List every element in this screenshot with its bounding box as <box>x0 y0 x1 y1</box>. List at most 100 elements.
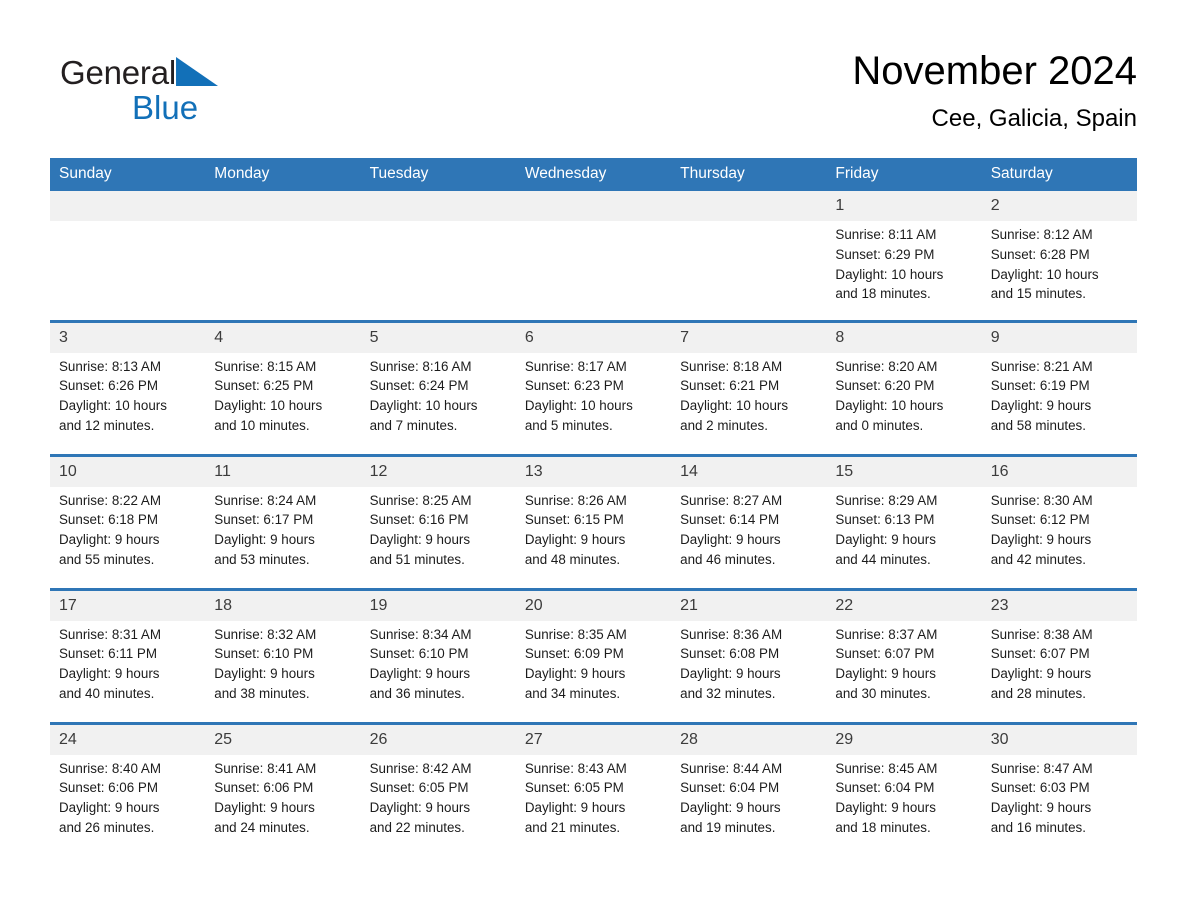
day-cell[interactable]: 23 Sunrise: 8:38 AM Sunset: 6:07 PM Dayl… <box>981 587 1137 723</box>
sunrise-line: Sunrise: 8:43 AM <box>524 760 627 776</box>
daylight-line-1: Daylight: 9 hours <box>59 666 160 682</box>
day-details: Sunrise: 8:16 AM Sunset: 6:24 PM Dayligh… <box>361 353 516 436</box>
day-number: 29 <box>826 724 982 755</box>
day-cell[interactable]: 9 Sunrise: 8:21 AM Sunset: 6:19 PM Dayli… <box>981 319 1137 455</box>
logo-text-general: General <box>60 54 177 91</box>
day-cell[interactable]: 26 Sunrise: 8:42 AM Sunset: 6:05 PM Dayl… <box>360 721 516 841</box>
day-cell[interactable]: 28 Sunrise: 8:44 AM Sunset: 6:04 PM Dayl… <box>671 721 827 841</box>
day-cell[interactable]: 15 Sunrise: 8:29 AM Sunset: 6:13 PM Dayl… <box>826 453 982 589</box>
day-cell[interactable]: 14 Sunrise: 8:27 AM Sunset: 6:14 PM Dayl… <box>671 453 827 589</box>
day-cell[interactable]: 16 Sunrise: 8:30 AM Sunset: 6:12 PM Dayl… <box>981 453 1137 589</box>
day-cell[interactable]: 21 Sunrise: 8:36 AM Sunset: 6:08 PM Dayl… <box>671 587 827 723</box>
day-details: Sunrise: 8:38 AM Sunset: 6:07 PM Dayligh… <box>982 621 1137 704</box>
day-cell[interactable]: 3 Sunrise: 8:13 AM Sunset: 6:26 PM Dayli… <box>50 319 206 455</box>
day-details <box>516 221 671 225</box>
day-cell[interactable]: 6 Sunrise: 8:17 AM Sunset: 6:23 PM Dayli… <box>515 319 672 455</box>
sunrise-line: Sunrise: 8:27 AM <box>680 492 783 508</box>
day-cell[interactable]: 1 Sunrise: 8:11 AM Sunset: 6:29 PM Dayli… <box>826 191 982 321</box>
day-cell[interactable]: 25 Sunrise: 8:41 AM Sunset: 6:06 PM Dayl… <box>205 721 361 841</box>
day-cell[interactable]: 13 Sunrise: 8:26 AM Sunset: 6:15 PM Dayl… <box>515 453 672 589</box>
sunrise-line: Sunrise: 8:18 AM <box>680 358 783 374</box>
day-cell[interactable]: 30 Sunrise: 8:47 AM Sunset: 6:03 PM Dayl… <box>981 721 1137 841</box>
daylight-line-1: Daylight: 10 hours <box>524 398 633 414</box>
day-cell[interactable] <box>515 191 672 321</box>
daylight-line-1: Daylight: 9 hours <box>835 800 936 816</box>
day-number: 25 <box>205 724 361 755</box>
day-cell[interactable]: 12 Sunrise: 8:25 AM Sunset: 6:16 PM Dayl… <box>360 453 516 589</box>
weekday-header-tuesday: Tuesday <box>360 158 516 191</box>
day-cell[interactable]: 11 Sunrise: 8:24 AM Sunset: 6:17 PM Dayl… <box>205 453 361 589</box>
daylight-line-1: Daylight: 10 hours <box>835 266 944 282</box>
day-details <box>205 221 360 225</box>
daylight-line-1: Daylight: 9 hours <box>524 532 626 548</box>
day-number: 17 <box>50 590 206 621</box>
generalblue-logo[interactable]: General Blue <box>60 52 320 132</box>
daylight-line-1: Daylight: 9 hours <box>680 800 781 816</box>
daylight-line-2: and 26 minutes. <box>59 819 155 835</box>
location-subtitle: Cee, Galicia, Spain <box>931 105 1137 132</box>
daylight-line-2: and 38 minutes. <box>214 685 310 701</box>
sunset-line: Sunset: 6:21 PM <box>680 378 780 394</box>
daylight-line-2: and 0 minutes. <box>835 417 924 433</box>
calendar-week-row: 10 Sunrise: 8:22 AM Sunset: 6:18 PM Dayl… <box>50 453 1137 589</box>
sunrise-line: Sunrise: 8:30 AM <box>990 492 1093 508</box>
sunset-line: Sunset: 6:09 PM <box>524 646 624 662</box>
day-number: 21 <box>671 590 827 621</box>
day-details: Sunrise: 8:36 AM Sunset: 6:08 PM Dayligh… <box>671 621 826 704</box>
daylight-line-2: and 42 minutes. <box>990 551 1086 567</box>
day-details: Sunrise: 8:40 AM Sunset: 6:06 PM Dayligh… <box>50 755 205 838</box>
day-cell[interactable] <box>360 191 516 321</box>
day-cell[interactable] <box>50 191 206 321</box>
daylight-line-2: and 28 minutes. <box>990 685 1086 701</box>
sunset-line: Sunset: 6:18 PM <box>59 512 158 528</box>
sunrise-line: Sunrise: 8:41 AM <box>214 760 317 776</box>
daylight-line-1: Daylight: 9 hours <box>990 800 1092 816</box>
day-cell[interactable]: 19 Sunrise: 8:34 AM Sunset: 6:10 PM Dayl… <box>360 587 516 723</box>
sunrise-line: Sunrise: 8:25 AM <box>369 492 472 508</box>
calendar-week-row: 24 Sunrise: 8:40 AM Sunset: 6:06 PM Dayl… <box>50 721 1137 841</box>
day-cell[interactable]: 29 Sunrise: 8:45 AM Sunset: 6:04 PM Dayl… <box>826 721 982 841</box>
day-cell[interactable]: 7 Sunrise: 8:18 AM Sunset: 6:21 PM Dayli… <box>671 319 827 455</box>
day-details: Sunrise: 8:32 AM Sunset: 6:10 PM Dayligh… <box>205 621 360 704</box>
day-cell[interactable]: 24 Sunrise: 8:40 AM Sunset: 6:06 PM Dayl… <box>50 721 206 841</box>
day-details <box>50 221 205 225</box>
day-details: Sunrise: 8:17 AM Sunset: 6:23 PM Dayligh… <box>516 353 671 436</box>
sunset-line: Sunset: 6:07 PM <box>990 646 1090 662</box>
day-cell[interactable] <box>671 191 827 321</box>
day-number: 5 <box>360 322 516 353</box>
daylight-line-2: and 16 minutes. <box>990 819 1086 835</box>
day-cell[interactable]: 5 Sunrise: 8:16 AM Sunset: 6:24 PM Dayli… <box>360 319 516 455</box>
sunset-line: Sunset: 6:08 PM <box>680 646 780 662</box>
day-cell[interactable] <box>205 191 361 321</box>
day-cell[interactable]: 4 Sunrise: 8:15 AM Sunset: 6:25 PM Dayli… <box>205 319 361 455</box>
day-number: 18 <box>205 590 361 621</box>
day-cell[interactable]: 20 Sunrise: 8:35 AM Sunset: 6:09 PM Dayl… <box>515 587 672 723</box>
weekday-header-friday: Friday <box>826 158 982 191</box>
sunrise-line: Sunrise: 8:38 AM <box>990 626 1093 642</box>
calendar-week-row: 17 Sunrise: 8:31 AM Sunset: 6:11 PM Dayl… <box>50 587 1137 723</box>
day-details: Sunrise: 8:41 AM Sunset: 6:06 PM Dayligh… <box>205 755 360 838</box>
sunset-line: Sunset: 6:10 PM <box>214 646 314 662</box>
day-cell[interactable]: 8 Sunrise: 8:20 AM Sunset: 6:20 PM Dayli… <box>826 319 982 455</box>
day-cell[interactable]: 2 Sunrise: 8:12 AM Sunset: 6:28 PM Dayli… <box>981 191 1137 321</box>
day-details: Sunrise: 8:26 AM Sunset: 6:15 PM Dayligh… <box>516 487 671 570</box>
day-cell[interactable]: 27 Sunrise: 8:43 AM Sunset: 6:05 PM Dayl… <box>515 721 672 841</box>
calendar-page: General Blue November 2024 Cee, Galicia,… <box>0 0 1188 918</box>
day-details: Sunrise: 8:35 AM Sunset: 6:09 PM Dayligh… <box>516 621 671 704</box>
day-cell[interactable]: 22 Sunrise: 8:37 AM Sunset: 6:07 PM Dayl… <box>826 587 982 723</box>
day-details: Sunrise: 8:12 AM Sunset: 6:28 PM Dayligh… <box>982 221 1137 304</box>
sunrise-line: Sunrise: 8:21 AM <box>990 358 1093 374</box>
day-number: 10 <box>50 456 206 487</box>
day-number <box>671 191 827 221</box>
day-cell[interactable]: 18 Sunrise: 8:32 AM Sunset: 6:10 PM Dayl… <box>205 587 361 723</box>
sunrise-line: Sunrise: 8:26 AM <box>524 492 627 508</box>
sunset-line: Sunset: 6:26 PM <box>59 378 158 394</box>
daylight-line-2: and 21 minutes. <box>524 819 621 835</box>
day-cell[interactable]: 17 Sunrise: 8:31 AM Sunset: 6:11 PM Dayl… <box>50 587 206 723</box>
day-cell[interactable]: 10 Sunrise: 8:22 AM Sunset: 6:18 PM Dayl… <box>50 453 206 589</box>
sunset-line: Sunset: 6:16 PM <box>369 512 469 528</box>
daylight-line-2: and 24 minutes. <box>214 819 310 835</box>
daylight-line-2: and 58 minutes. <box>990 417 1086 433</box>
day-number: 4 <box>205 322 361 353</box>
day-details: Sunrise: 8:20 AM Sunset: 6:20 PM Dayligh… <box>826 353 981 436</box>
